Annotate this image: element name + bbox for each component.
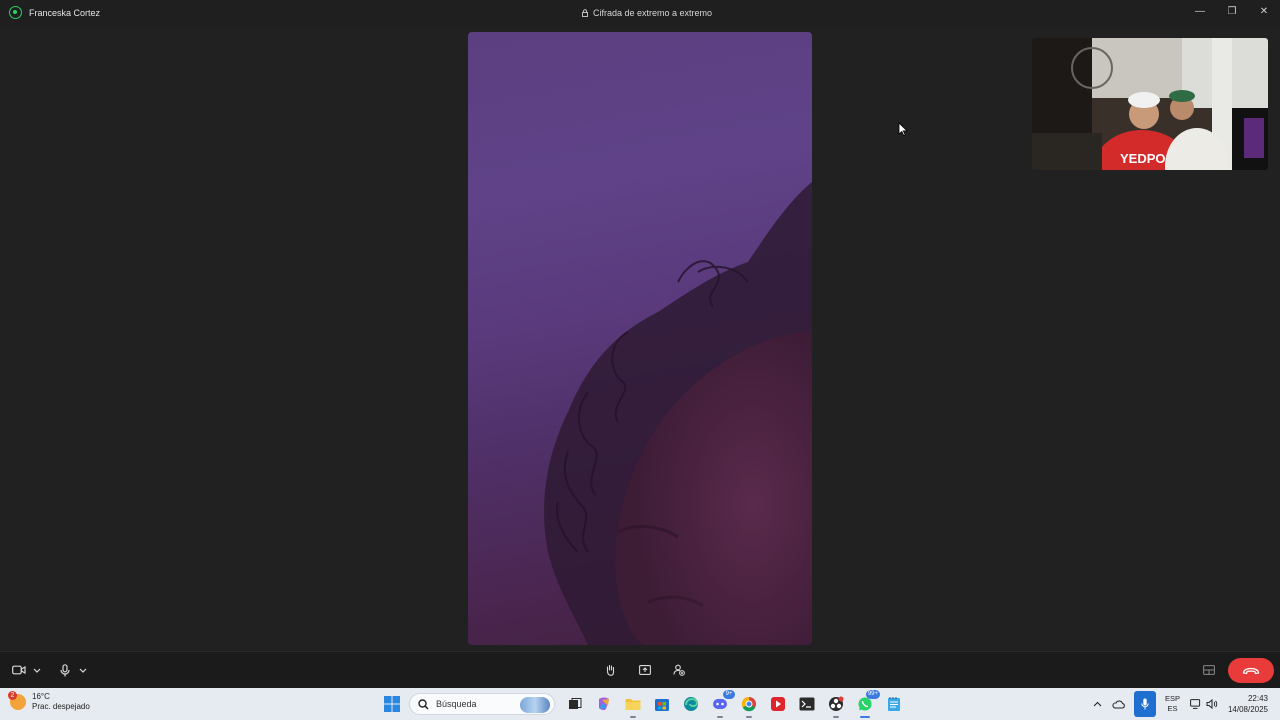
keyboard-layout: ES bbox=[1167, 704, 1178, 713]
microphone-icon bbox=[1141, 698, 1149, 710]
network-icon bbox=[1190, 699, 1201, 709]
task-view-icon bbox=[569, 698, 582, 709]
whatsapp-call-window: Franceska Cortez Cifrada de extremo a ex… bbox=[0, 0, 1280, 720]
window-controls: — ❐ ✕ bbox=[1184, 0, 1280, 22]
remote-participant-video bbox=[468, 32, 812, 645]
clock-date: 14/08/2025 bbox=[1227, 705, 1268, 714]
weather-temperature: 16°C bbox=[32, 692, 50, 701]
sun-icon: 2 bbox=[8, 691, 26, 710]
discord-app[interactable]: 9+ bbox=[708, 690, 735, 718]
onedrive-button[interactable] bbox=[1107, 688, 1130, 720]
share-screen-button[interactable] bbox=[638, 661, 652, 679]
mouse-cursor-icon bbox=[898, 122, 908, 137]
search-highlight-image bbox=[520, 697, 550, 713]
weather-badge: 2 bbox=[8, 691, 17, 700]
system-tray: ESP ES 22:43 14/08/2025 bbox=[1088, 688, 1280, 720]
clock-time: 22:43 bbox=[1247, 694, 1268, 703]
obs-icon bbox=[829, 696, 844, 711]
contact-name: Franceska Cortez bbox=[29, 7, 101, 18]
copilot-icon bbox=[599, 697, 609, 711]
volume-button[interactable] bbox=[1204, 688, 1223, 720]
clock[interactable]: 22:43 14/08/2025 bbox=[1223, 688, 1280, 720]
language-code: ESP bbox=[1164, 694, 1180, 703]
window-title: Franceska Cortez bbox=[9, 6, 100, 19]
camera-options-button[interactable] bbox=[31, 661, 43, 679]
running-indicator bbox=[746, 716, 752, 718]
network-button[interactable] bbox=[1185, 688, 1204, 720]
terminal-app[interactable] bbox=[795, 692, 819, 716]
input-language-button[interactable]: ESP ES bbox=[1160, 688, 1185, 720]
folder-icon bbox=[625, 699, 641, 710]
task-view-button[interactable] bbox=[563, 692, 587, 716]
whatsapp-logo-icon bbox=[9, 6, 22, 19]
hang-up-icon bbox=[1242, 667, 1260, 674]
raise-hand-button[interactable] bbox=[603, 661, 617, 679]
camera-toggle-button[interactable] bbox=[11, 661, 27, 679]
discord-badge: 9+ bbox=[723, 690, 735, 699]
chrome-app[interactable] bbox=[737, 692, 761, 718]
copilot-app[interactable] bbox=[592, 692, 616, 716]
edge-app[interactable] bbox=[679, 692, 703, 716]
notepad-icon bbox=[888, 697, 900, 711]
running-indicator bbox=[630, 716, 636, 718]
notepad-app[interactable] bbox=[882, 692, 906, 716]
microsoft-store-app[interactable] bbox=[650, 692, 674, 716]
weather-condition: Prac. despejado bbox=[32, 702, 90, 711]
search-placeholder: Búsqueda bbox=[436, 699, 477, 709]
restore-button[interactable]: ❐ bbox=[1216, 0, 1248, 22]
whatsapp-app[interactable]: 99+ bbox=[853, 690, 880, 718]
search-icon bbox=[418, 698, 429, 710]
add-participant-button[interactable] bbox=[672, 661, 686, 679]
terminal-icon bbox=[799, 697, 815, 711]
end-call-button[interactable] bbox=[1228, 658, 1274, 683]
shirt-text: YEDPO bbox=[1120, 151, 1166, 166]
raise-hand-icon bbox=[606, 664, 614, 676]
chrome-icon bbox=[741, 696, 756, 712]
share-screen-icon bbox=[639, 665, 651, 675]
lock-icon bbox=[582, 9, 588, 17]
layout-icon bbox=[1203, 665, 1215, 675]
weather-widget[interactable]: 2 16°C Prac. despejado bbox=[8, 691, 90, 712]
microphone-in-use-button[interactable] bbox=[1133, 691, 1156, 717]
chevron-up-icon bbox=[1093, 701, 1102, 707]
title-bar: Franceska Cortez Cifrada de extremo a ex… bbox=[0, 0, 1280, 28]
encryption-notice: Cifrada de extremo a extremo bbox=[582, 8, 712, 18]
show-hidden-icons-button[interactable] bbox=[1088, 688, 1107, 720]
speaker-icon bbox=[1206, 699, 1218, 709]
chevron-down-icon bbox=[79, 668, 87, 673]
whatsapp-badge: 99+ bbox=[865, 690, 880, 699]
running-indicator bbox=[833, 716, 839, 718]
video-camera-icon bbox=[12, 665, 26, 675]
call-controls-bar bbox=[0, 651, 1280, 688]
edge-browser-icon bbox=[684, 697, 699, 711]
layout-button[interactable] bbox=[1202, 661, 1216, 679]
running-indicator bbox=[717, 716, 723, 718]
windows-logo-icon bbox=[384, 696, 400, 712]
mic-options-button[interactable] bbox=[77, 661, 89, 679]
close-button[interactable]: ✕ bbox=[1248, 0, 1280, 22]
windows-taskbar: 2 16°C Prac. despejado Búsqueda 9+ 99+ E… bbox=[0, 688, 1280, 720]
discord-icon bbox=[713, 699, 727, 709]
minimize-button[interactable]: — bbox=[1184, 0, 1216, 22]
running-indicator bbox=[860, 716, 870, 718]
file-explorer-app[interactable] bbox=[621, 692, 645, 718]
obs-app[interactable] bbox=[824, 692, 848, 718]
cloud-icon bbox=[1112, 700, 1125, 708]
store-icon bbox=[655, 699, 669, 711]
play-app-icon bbox=[771, 697, 785, 711]
add-participant-icon bbox=[673, 664, 685, 676]
encryption-label: Cifrada de extremo a extremo bbox=[593, 8, 713, 18]
start-button[interactable] bbox=[380, 692, 404, 716]
mic-toggle-button[interactable] bbox=[58, 661, 72, 679]
taskbar-apps: Búsqueda 9+ 99+ bbox=[380, 690, 911, 718]
chevron-down-icon bbox=[33, 668, 41, 673]
media-app[interactable] bbox=[766, 692, 790, 716]
self-preview-video: YEDPO bbox=[1032, 38, 1268, 170]
microphone-icon bbox=[60, 663, 70, 676]
taskbar-search[interactable]: Búsqueda bbox=[409, 693, 555, 715]
